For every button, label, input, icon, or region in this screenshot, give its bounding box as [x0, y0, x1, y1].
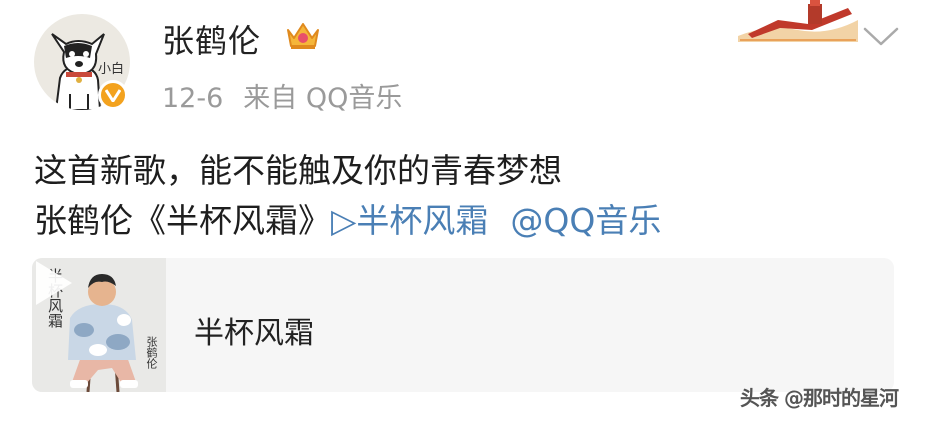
post-meta: 12-6 来自 QQ音乐 — [162, 76, 422, 115]
card-song-title[interactable]: 半杯风霜 — [194, 308, 314, 352]
watermark: 头条 @那时的星河 — [740, 386, 899, 410]
mention-link[interactable]: @QQ音乐 — [510, 201, 661, 240]
post-source[interactable]: 来自 QQ音乐 — [243, 83, 402, 114]
weibo-post: 小白 张鹤伦 12-6 来自 QQ音乐 这首新歌，能不能触及你的青春梦想 张鹤伦《… — [0, 0, 926, 421]
post-text-line-1: 这首新歌，能不能触及你的青春梦想 — [34, 151, 562, 190]
play-icon[interactable] — [32, 258, 76, 308]
great-wall-decoration-icon — [738, 0, 858, 42]
song-link[interactable]: ▷半杯风霜 — [331, 201, 488, 240]
crown-icon[interactable] — [284, 18, 322, 52]
post-date: 12-6 — [162, 83, 224, 114]
verified-icon — [105, 89, 121, 102]
album-cover[interactable]: 半杯风霜 张鹤伦 — [32, 258, 166, 392]
post-text-line-2: 张鹤伦《半杯风霜》▷半杯风霜 @QQ音乐 — [34, 194, 661, 242]
avatar-label: 小白 — [98, 62, 125, 77]
verified-badge — [98, 80, 128, 110]
song-reference: 张鹤伦《半杯风霜》 — [34, 201, 331, 240]
chevron-down-icon[interactable] — [862, 26, 900, 48]
cover-artist: 张鹤伦 — [145, 336, 158, 369]
author-name[interactable]: 张鹤伦 — [162, 16, 261, 62]
music-card[interactable]: 半杯风霜 张鹤伦 半杯风霜 — [32, 258, 894, 392]
